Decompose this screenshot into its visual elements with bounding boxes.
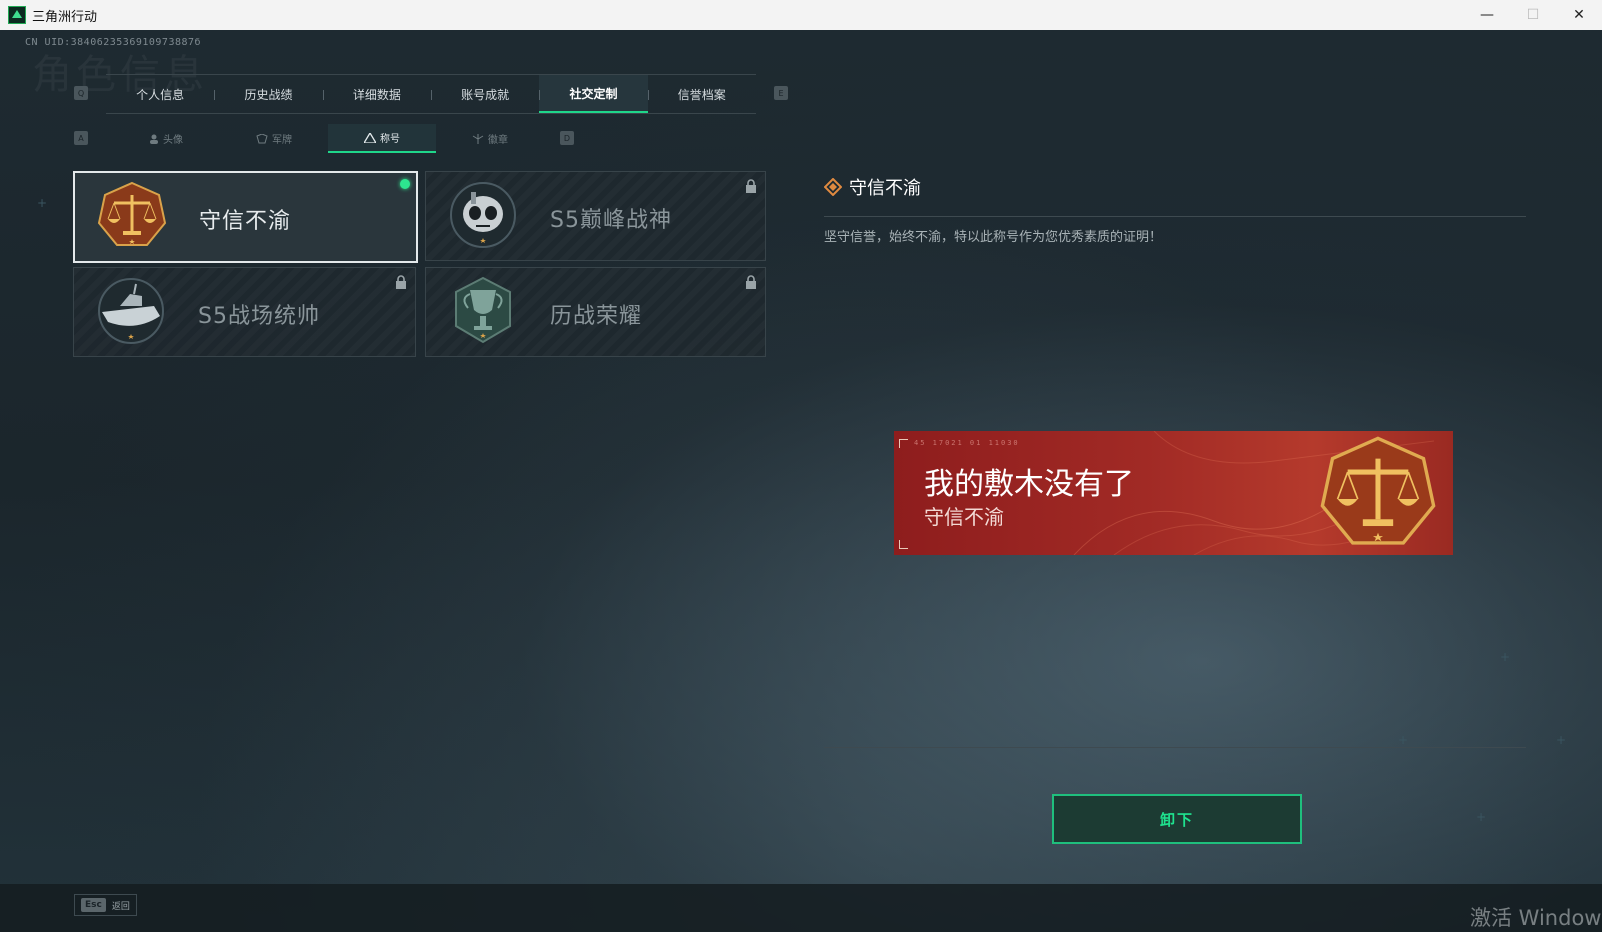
tab-achievements[interactable]: 账号成就 xyxy=(430,75,539,113)
tab-social-custom[interactable]: 社交定制 xyxy=(539,75,648,113)
minimize-button[interactable]: — xyxy=(1464,0,1510,30)
banner-title: 守信不渝 xyxy=(924,505,1004,529)
detail-title-text: 守信不渝 xyxy=(849,178,921,199)
detail-description: 坚守信誉，始终不渝，特以此称号作为您优秀素质的证明！ xyxy=(824,230,1163,245)
subtab-prev-key-hint[interactable]: A xyxy=(74,131,88,145)
lock-icon xyxy=(396,275,406,289)
subtab-dogtag[interactable]: 军牌 xyxy=(220,124,328,153)
game-scene: 角色信息 CN UID:3840623536910973887б + + + +… xyxy=(0,30,1602,932)
subtab-badge-label: 徽章 xyxy=(488,135,508,146)
subtab-dogtag-label: 军牌 xyxy=(272,135,292,146)
banner-corner xyxy=(899,439,908,448)
title-icon xyxy=(364,132,376,143)
grid-plus-icon: + xyxy=(1476,810,1487,824)
tab-history[interactable]: 历史战绩 xyxy=(214,75,322,113)
back-button[interactable]: Esc 返回 xyxy=(74,894,137,916)
trophy-emblem-icon xyxy=(455,276,511,344)
dogtag-icon xyxy=(256,133,268,143)
bottom-bar xyxy=(0,884,1602,932)
tab-reputation[interactable]: 信誉档案 xyxy=(647,75,756,113)
grid-plus-icon: + xyxy=(1398,733,1409,747)
detail-divider xyxy=(824,216,1526,217)
window-titlebar: 三角洲行动 — ☐ ✕ xyxy=(0,0,1602,30)
back-label: 返回 xyxy=(111,901,130,912)
title-card-name: 历战荣耀 xyxy=(550,304,643,329)
title-card-name: S5战场统帅 xyxy=(198,304,320,329)
diamond-icon xyxy=(824,178,842,196)
person-icon xyxy=(150,134,158,144)
grid-plus-icon: + xyxy=(1500,650,1511,664)
lock-icon xyxy=(746,275,756,289)
subtab-title[interactable]: 称号 xyxy=(328,124,436,153)
app-logo-icon xyxy=(8,6,26,24)
title-card-s5-commander[interactable]: S5战场统帅 xyxy=(73,267,416,357)
tab-personal-info[interactable]: 个人信息 xyxy=(106,75,214,113)
banner-corner xyxy=(899,540,908,549)
sub-tabs: 头像 军牌 称号 徽章 xyxy=(112,124,544,153)
close-button[interactable]: ✕ xyxy=(1556,0,1602,30)
player-uid: CN UID:3840623536910973887б xyxy=(25,37,202,48)
banner-code: 45 17021 01 11030 xyxy=(914,439,1020,447)
title-card-name: 守信不渝 xyxy=(199,209,292,234)
tab-prev-key-hint[interactable]: Q xyxy=(74,86,88,100)
detail-bottom-divider xyxy=(824,747,1526,748)
main-tabs: 个人信息 历史战绩 详细数据 账号成就 社交定制 信誉档案 xyxy=(106,74,756,114)
unequip-button[interactable]: 卸下 xyxy=(1052,794,1302,844)
esc-key-hint: Esc xyxy=(81,898,106,912)
boat-emblem-icon xyxy=(98,278,164,344)
subtab-avatar[interactable]: 头像 xyxy=(112,124,220,153)
detail-title: 守信不渝 xyxy=(824,174,921,200)
title-banner-preview: 45 17021 01 11030 我的敷木没有了 守信不渝 xyxy=(894,431,1453,555)
subtab-next-key-hint[interactable]: D xyxy=(560,131,574,145)
window-title: 三角洲行动 xyxy=(32,9,98,25)
scales-emblem-icon xyxy=(97,181,167,246)
lock-icon xyxy=(746,179,756,193)
grid-plus-icon: + xyxy=(1556,733,1567,747)
subtab-title-label: 称号 xyxy=(380,134,400,145)
maximize-button[interactable]: ☐ xyxy=(1510,0,1556,30)
scales-emblem-icon xyxy=(1320,436,1436,545)
title-card-name: S5巅峰战神 xyxy=(550,208,672,233)
subtab-badge[interactable]: 徽章 xyxy=(436,124,544,153)
title-card-shouxin[interactable]: 守信不渝 xyxy=(73,171,418,263)
grid-plus-icon: + xyxy=(37,196,48,210)
skull-emblem-icon xyxy=(450,182,516,248)
title-card-s5-peak[interactable]: S5巅峰战神 xyxy=(425,171,766,261)
banner-player-name: 我的敷木没有了 xyxy=(924,467,1134,502)
windows-activation-watermark: 激活 Windows xyxy=(1470,906,1602,930)
tab-detailed-data[interactable]: 详细数据 xyxy=(322,75,431,113)
subtab-avatar-label: 头像 xyxy=(163,135,183,146)
tab-next-key-hint[interactable]: E xyxy=(774,86,788,100)
equipped-indicator xyxy=(400,179,410,189)
title-card-battle-glory[interactable]: 历战荣耀 xyxy=(425,267,766,357)
badge-icon xyxy=(472,133,484,144)
